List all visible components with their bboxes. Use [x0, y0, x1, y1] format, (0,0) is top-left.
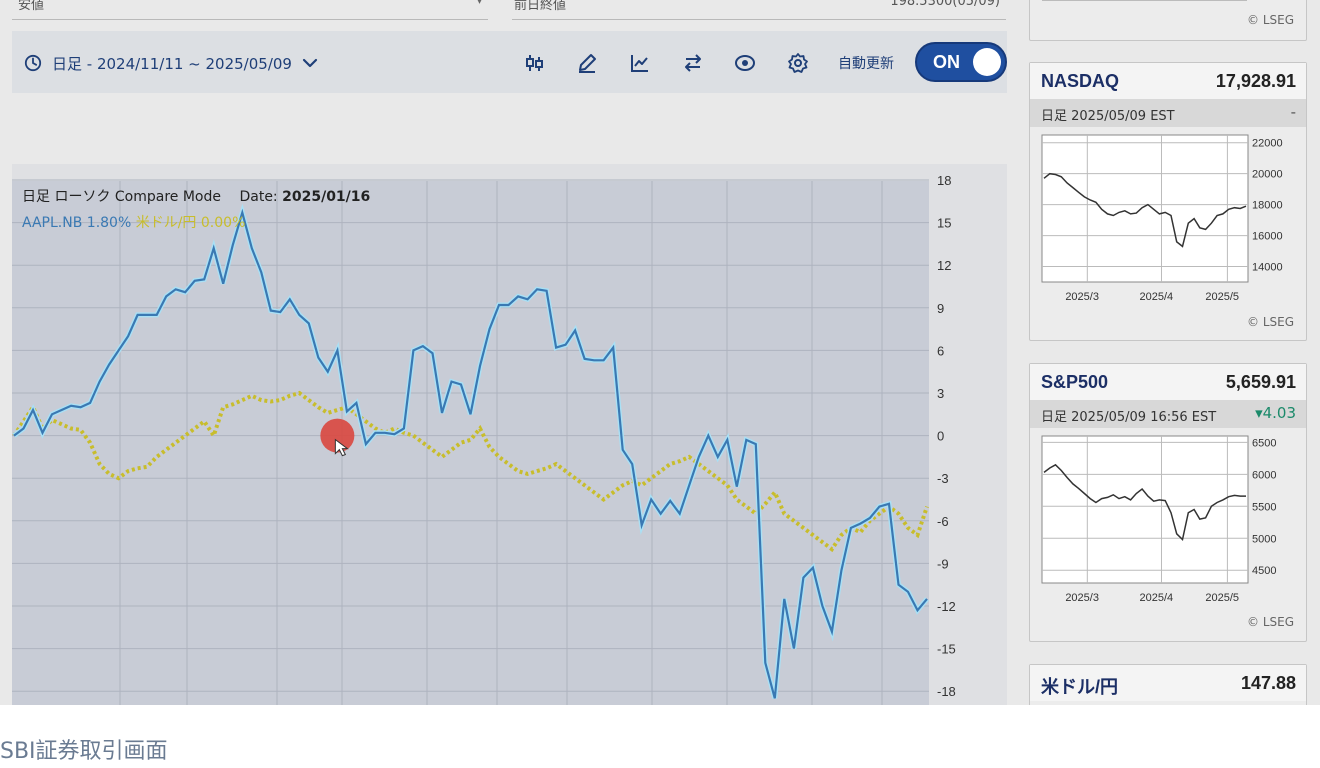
card-nasdaq[interactable]: NASDAQ 17,928.91 日足 2025/05/09 EST - 220… [1029, 62, 1307, 341]
index-name: NASDAQ [1041, 71, 1120, 91]
date-value: 2025/01/16 [282, 189, 371, 205]
prev-close-label: 前日終値 [514, 0, 567, 13]
y-tick-label: -12 [937, 599, 956, 614]
legend-usdjpy-name: 米ドル/円 [135, 215, 197, 231]
prev-close-value: 198.5300(05/09) [890, 0, 1000, 9]
index-value: 5,659.91 [1225, 372, 1296, 392]
y-tick-label: 9 [937, 301, 944, 316]
y-tick-label: 6 [937, 343, 944, 358]
mini-y-tick-label: 5500 [1252, 501, 1276, 513]
image-caption: SBI証券取引画面 [0, 739, 168, 764]
draw-button[interactable] [574, 50, 600, 76]
y-tick-label: -18 [937, 684, 956, 699]
prev-close-field: 前日終値 198.5300(05/09) [512, 0, 1006, 20]
card-sp500[interactable]: S&P500 5,659.91 日足 2025/05/09 16:56 EST … [1029, 363, 1307, 642]
lseg-credit: © LSEG [1247, 13, 1294, 27]
card-subheader: 日足 2025/05/09 EST - [1030, 99, 1306, 127]
y-tick-label: 18 [937, 173, 951, 188]
mini-y-tick-label: 16000 [1252, 231, 1283, 243]
mini-x-tick-label: 2025/3 [1065, 592, 1099, 604]
index-change: ▾4.03 [1255, 404, 1296, 422]
chart-mode-label: 日足 ローソク Compare Mode [22, 189, 222, 205]
candlestick-button[interactable] [522, 50, 548, 76]
mini-y-tick-label: 6000 [1252, 469, 1276, 481]
legend-aapl-name: AAPL.NB [22, 215, 83, 231]
legend-aapl-pct: 1.80% [86, 215, 132, 231]
view-button[interactable] [732, 50, 758, 76]
line-chart-icon [631, 55, 648, 72]
y-tick-label: 12 [937, 258, 951, 273]
card-header: S&P500 5,659.91 [1030, 364, 1306, 400]
index-value: 147.88 [1240, 673, 1296, 693]
y-axis: 18 15 12 9 6 3 0 -3 -6 -9 -12 -15 -18 [937, 173, 956, 699]
low-price-label: 安値 [18, 0, 45, 13]
pencil-icon [579, 54, 596, 73]
gear-icon [788, 53, 808, 73]
date-range-selector[interactable]: 日足 - 2024/11/11 ~ 2025/05/09 [24, 51, 318, 75]
y-tick-label: -6 [937, 514, 949, 529]
low-price-field: 安値 ▾ [12, 0, 488, 20]
chevron-down-icon [302, 58, 318, 68]
nasdaq-mini-chart: 22000 20000 18000 16000 14000 2025/3 2025/4 202… [1041, 134, 1283, 303]
mini-y-tick-label: 4500 [1252, 565, 1276, 577]
settings-button[interactable] [785, 50, 811, 76]
index-name: S&P500 [1041, 372, 1109, 392]
index-change: - [1290, 103, 1296, 121]
mini-y-tick-label: 22000 [1252, 138, 1283, 150]
y-tick-label: 15 [937, 216, 951, 231]
mini-y-tick-label: 6500 [1252, 437, 1276, 449]
lseg-credit: © LSEG [1247, 315, 1294, 329]
series-legend: AAPL.NB 1.80% 米ドル/円 0.00% [22, 212, 245, 232]
index-value: 17,928.91 [1215, 71, 1296, 91]
card-subheader: 日足 2025/05/09 16:56 EST ▾4.03 [1030, 400, 1306, 428]
card-header: NASDAQ 17,928.91 [1030, 63, 1306, 99]
legend-usdjpy-pct: 0.00% [200, 215, 246, 231]
index-date: 日足 2025/05/09 16:56 EST [1041, 410, 1217, 425]
mini-plot-area [1041, 435, 1249, 584]
auto-update-toggle[interactable]: ON [915, 42, 1007, 82]
chevron-down-icon[interactable]: ▾ [477, 0, 482, 7]
mini-plot-area [1041, 134, 1249, 283]
mini-x-tick-label: 2025/4 [1139, 592, 1173, 604]
swap-icon [685, 54, 701, 72]
card-header: 米ドル/円 147.88 [1030, 665, 1306, 701]
clipped-card-top: © LSEG [1029, 0, 1307, 41]
mini-y-tick-label: 14000 [1252, 262, 1283, 274]
y-tick-label: -3 [937, 471, 949, 486]
y-tick-label: 0 [937, 429, 944, 444]
auto-update-label: 自動更新 [838, 56, 894, 72]
compare-button[interactable] [680, 50, 706, 76]
mini-y-tick-label: 5000 [1252, 533, 1276, 545]
toggle-knob [973, 48, 1001, 76]
y-tick-label: -9 [937, 556, 949, 571]
mini-y-tick-label: 20000 [1252, 169, 1283, 181]
clock-icon [24, 54, 42, 72]
mini-x-tick-label: 2025/5 [1205, 291, 1239, 303]
eye-icon [735, 55, 755, 71]
mini-x-tick-label: 2025/5 [1205, 592, 1239, 604]
y-tick-label: -15 [937, 642, 956, 657]
indicator-button[interactable] [627, 50, 653, 76]
toggle-label: ON [933, 52, 960, 72]
chart-canvas[interactable]: 18 15 12 9 6 3 0 -3 -6 -9 -12 -15 -18 [12, 164, 1007, 705]
trading-app: 安値 ▾ 前日終値 198.5300(05/09) © LSEG 日足 - 20… [0, 0, 1320, 705]
mini-x-tick-label: 2025/4 [1139, 291, 1173, 303]
chart-header: 日足 ローソク Compare Mode Date: 2025/01/16 [22, 186, 370, 206]
compare-chart[interactable]: 18 15 12 9 6 3 0 -3 -6 -9 -12 -15 -18 日足 ローソク Compar… [12, 164, 1007, 705]
date-label: Date: [239, 189, 278, 205]
lseg-credit: © LSEG [1247, 615, 1294, 629]
card-usdjpy[interactable]: 米ドル/円 147.88 [1029, 664, 1307, 705]
index-date: 日足 2025/05/09 EST [1041, 109, 1175, 124]
mini-x-tick-label: 2025/3 [1065, 291, 1099, 303]
date-range-label: 日足 - 2024/11/11 ~ 2025/05/09 [52, 54, 292, 73]
mini-y-tick-label: 18000 [1252, 200, 1283, 212]
index-name: 米ドル/円 [1041, 677, 1119, 697]
clipped-axis-labels [1042, 0, 1247, 1]
sp500-mini-chart: 6500 6000 5500 5000 4500 2025/3 2025/4 2025/5 [1041, 435, 1276, 604]
candlestick-icon [526, 55, 543, 71]
chart-toolbar: 日足 - 2024/11/11 ~ 2025/05/09 自動更新 ON [12, 31, 1007, 93]
y-tick-label: 3 [937, 386, 944, 401]
